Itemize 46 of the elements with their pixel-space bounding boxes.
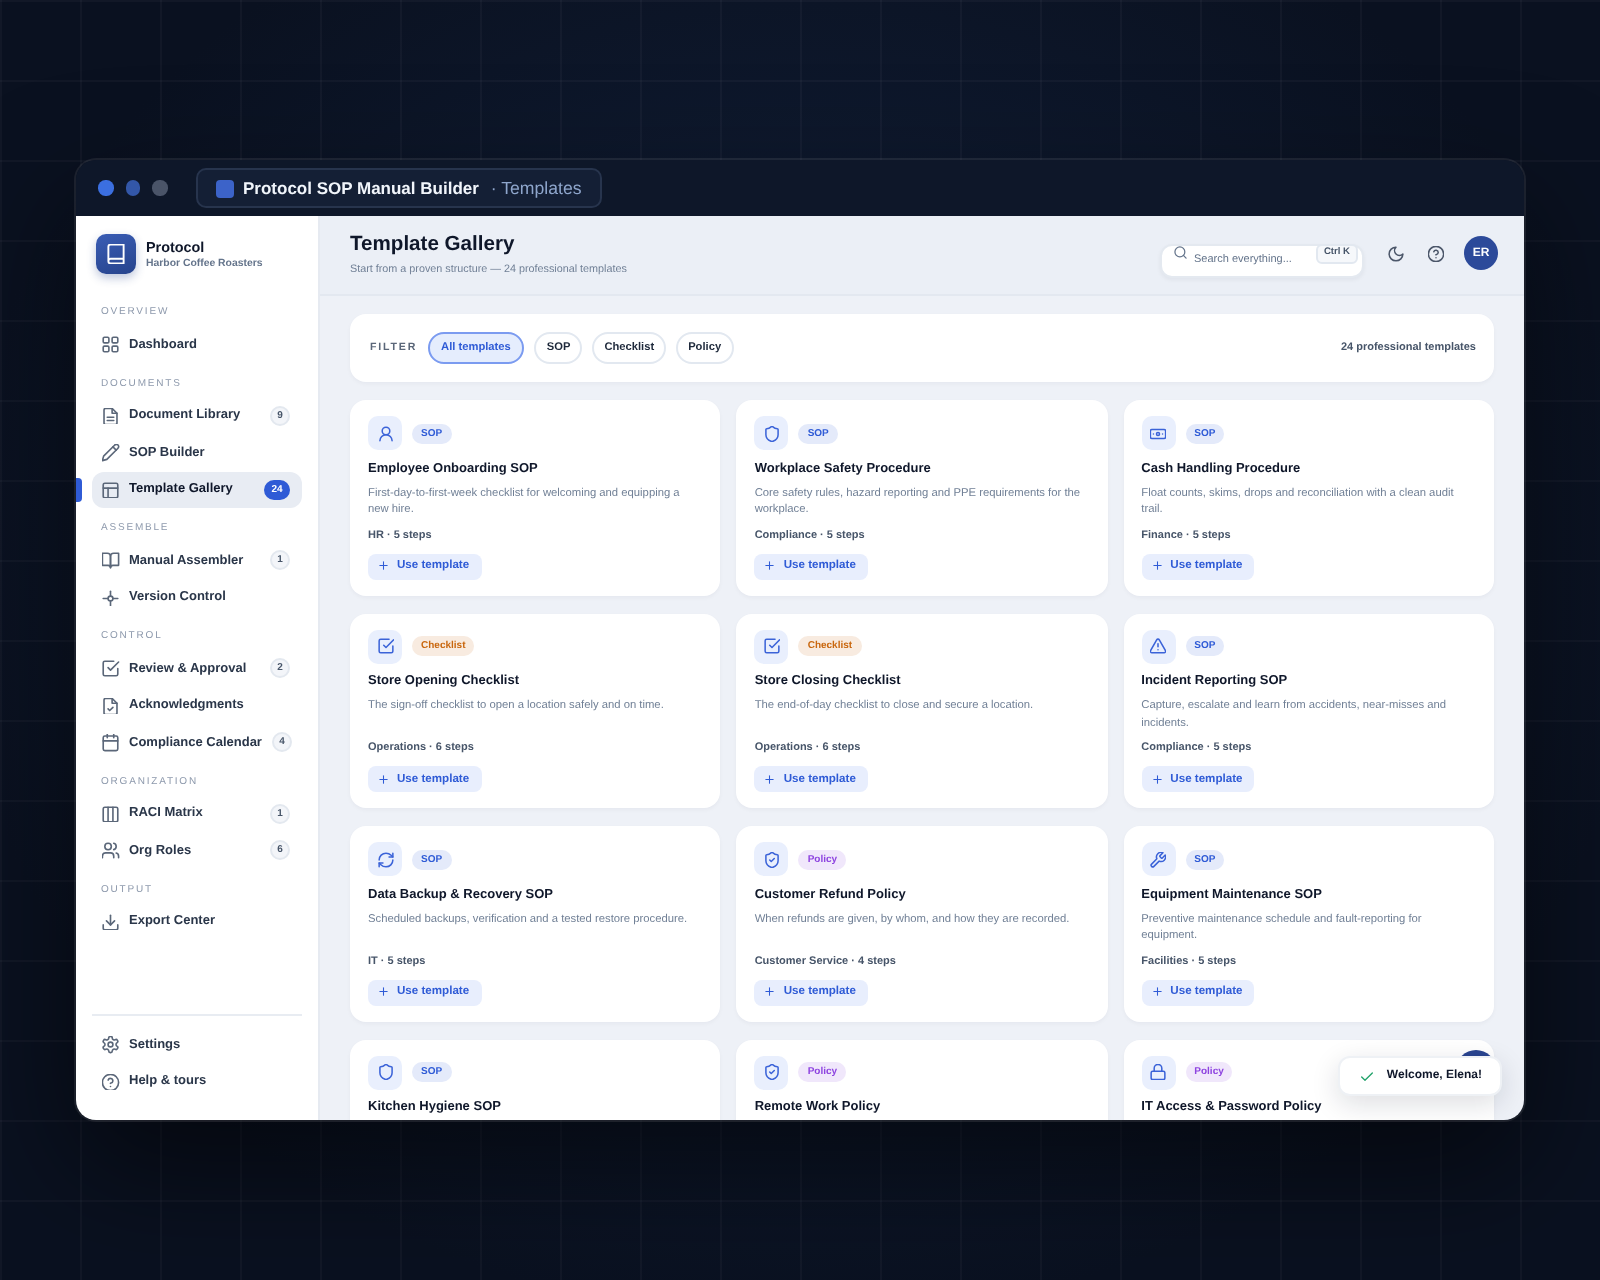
document-icon (102, 407, 119, 424)
help-icon[interactable] (1428, 245, 1444, 261)
checkbox-icon (754, 629, 789, 663)
layout-icon (102, 481, 119, 498)
search-icon (1174, 246, 1187, 260)
help-icon (102, 1073, 119, 1090)
open-book-icon (102, 552, 119, 569)
pencil-icon (102, 444, 119, 461)
title-tab[interactable]: Protocol SOP Manual Builder · Templates (195, 168, 602, 208)
banknote-icon (1141, 416, 1176, 450)
shield-check-icon (754, 1055, 789, 1089)
refresh-icon (368, 842, 402, 876)
plus-icon (764, 560, 776, 572)
page-title: Template Gallery (350, 232, 515, 258)
checkbox-icon (368, 629, 402, 663)
download-icon (102, 913, 119, 930)
moon-icon[interactable] (1388, 245, 1404, 261)
plus-icon (764, 986, 776, 998)
users-icon (102, 842, 119, 859)
shield-icon (368, 1055, 402, 1089)
book-icon (96, 234, 136, 274)
shield-icon (754, 416, 789, 450)
lock-icon (1141, 1055, 1176, 1089)
check-icon (1360, 1069, 1375, 1083)
settings-icon (102, 1036, 119, 1053)
plus-icon (1151, 986, 1163, 998)
window-title: Protocol SOP Manual Builder (243, 178, 479, 198)
plus-icon (378, 986, 389, 998)
app-icon (215, 179, 233, 197)
plus-icon (378, 773, 389, 785)
plus-icon (1151, 773, 1163, 785)
checkbox-icon (102, 660, 119, 677)
plus-icon (378, 560, 389, 572)
window-breadcrumb: · Templates (490, 178, 582, 198)
grid-icon (102, 336, 119, 353)
shield-check-icon (754, 842, 789, 876)
plus-icon (1151, 560, 1163, 572)
plus-icon (764, 773, 776, 785)
warning-icon (1141, 629, 1176, 663)
calendar-icon (102, 734, 119, 751)
columns-icon (102, 805, 119, 822)
file-check-icon (102, 697, 119, 714)
user-icon (368, 416, 402, 450)
selection-indicator (76, 477, 81, 502)
commit-icon (102, 589, 119, 606)
wrench-icon (1141, 842, 1176, 876)
